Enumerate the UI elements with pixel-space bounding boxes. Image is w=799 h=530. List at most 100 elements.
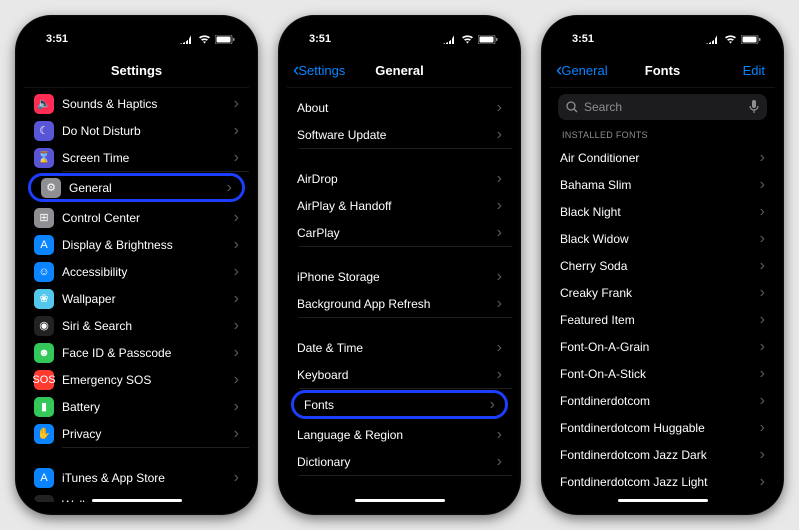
row-label: Background App Refresh	[297, 297, 497, 311]
row-black-widow[interactable]: Black Widow ›	[550, 225, 775, 252]
settings-row-wallpaper[interactable]: ❀ Wallpaper ›	[24, 285, 249, 312]
chevron-right-icon: ›	[490, 396, 495, 414]
row-featured-item[interactable]: Featured Item ›	[550, 306, 775, 333]
fonts-list[interactable]: Search INSTALLED FONTS Air Conditioner ›…	[550, 88, 775, 502]
row-label: CarPlay	[297, 226, 497, 240]
row-fontdinerdotcom-jazz-light[interactable]: Fontdinerdotcom Jazz Light ›	[550, 468, 775, 495]
row-label: iTunes & App Store	[62, 471, 234, 485]
settings-row-itunes-app-store[interactable]: A iTunes & App Store ›	[24, 464, 249, 491]
chevron-right-icon: ›	[760, 338, 765, 356]
home-indicator[interactable]	[92, 499, 182, 502]
iphone-frame: 3:51 ‹Settings General About › Software …	[278, 15, 521, 515]
search-input[interactable]: Search	[558, 94, 767, 120]
row-label: Fontdinerdotcom Jazz Dark	[560, 448, 760, 462]
search-placeholder: Search	[584, 100, 622, 114]
chevron-right-icon: ›	[760, 230, 765, 248]
battery-icon	[215, 35, 235, 44]
row-label: Date & Time	[297, 341, 497, 355]
row-black-night[interactable]: Black Night ›	[550, 198, 775, 225]
row-label: General	[69, 181, 227, 195]
settings-row-sounds-haptics[interactable]: 🔈 Sounds & Haptics ›	[24, 90, 249, 117]
row-bahama-slim[interactable]: Bahama Slim ›	[550, 171, 775, 198]
wifi-icon	[724, 35, 737, 44]
row-label: Privacy	[62, 427, 234, 441]
row-air-conditioner[interactable]: Air Conditioner ›	[550, 144, 775, 171]
settings-row-screen-time[interactable]: ⌛ Screen Time ›	[24, 144, 249, 171]
row-dictionary[interactable]: Dictionary ›	[287, 448, 512, 475]
status-time: 3:51	[309, 33, 331, 45]
section-header-installed: INSTALLED FONTS	[550, 126, 775, 144]
row-label: Do Not Disturb	[62, 124, 234, 138]
chevron-right-icon: ›	[497, 126, 502, 144]
edit-button[interactable]: Edit	[743, 63, 765, 78]
row-language-region[interactable]: Language & Region ›	[287, 421, 512, 448]
nav-title: Settings	[111, 63, 162, 78]
wifi-icon	[461, 35, 474, 44]
row-about[interactable]: About ›	[287, 94, 512, 121]
general-list[interactable]: About › Software Update › AirDrop › AirP…	[287, 88, 512, 502]
chevron-right-icon: ›	[760, 419, 765, 437]
chevron-right-icon: ›	[234, 122, 239, 140]
battery-icon	[478, 35, 498, 44]
status-time: 3:51	[46, 33, 68, 45]
row-fontdinerdotcom[interactable]: Fontdinerdotcom ›	[550, 387, 775, 414]
chevron-right-icon: ›	[234, 496, 239, 503]
mic-icon[interactable]	[749, 100, 759, 114]
chevron-right-icon: ›	[760, 446, 765, 464]
row-software-update[interactable]: Software Update ›	[287, 121, 512, 148]
settings-row-privacy[interactable]: ✋ Privacy ›	[24, 420, 249, 447]
row-label: About	[297, 101, 497, 115]
chevron-right-icon: ›	[234, 469, 239, 487]
do-not-disturb-icon: ☾	[34, 121, 54, 141]
screen-time-icon: ⌛	[34, 148, 54, 168]
row-label: Fontdinerdotcom Jazz Light	[560, 475, 760, 489]
settings-row-battery[interactable]: ▮ Battery ›	[24, 393, 249, 420]
chevron-right-icon: ›	[760, 500, 765, 503]
row-label: Language & Region	[297, 428, 497, 442]
chevron-right-icon: ›	[234, 290, 239, 308]
row-carplay[interactable]: CarPlay ›	[287, 219, 512, 246]
search-icon	[566, 101, 578, 113]
home-indicator[interactable]	[618, 499, 708, 502]
chevron-right-icon: ›	[760, 284, 765, 302]
row-background-app-refresh[interactable]: Background App Refresh ›	[287, 290, 512, 317]
row-label: Screen Time	[62, 151, 234, 165]
back-button[interactable]: ‹General	[556, 61, 608, 80]
row-label: Sounds & Haptics	[62, 97, 234, 111]
row-font-on-a-stick[interactable]: Font-On-A-Stick ›	[550, 360, 775, 387]
settings-list[interactable]: 🔈 Sounds & Haptics › ☾ Do Not Disturb › …	[24, 88, 249, 502]
nav-bar: ‹Settings General	[287, 54, 512, 88]
row-label: Software Update	[297, 128, 497, 142]
row-cherry-soda[interactable]: Cherry Soda ›	[550, 252, 775, 279]
row-font-on-a-grain[interactable]: Font-On-A-Grain ›	[550, 333, 775, 360]
chevron-right-icon: ›	[234, 344, 239, 362]
chevron-right-icon: ›	[760, 203, 765, 221]
row-fontdinerdotcom-jazz-dark[interactable]: Fontdinerdotcom Jazz Dark ›	[550, 441, 775, 468]
home-indicator[interactable]	[355, 499, 445, 502]
row-airplay-handoff[interactable]: AirPlay & Handoff ›	[287, 192, 512, 219]
settings-row-siri-search[interactable]: ◉ Siri & Search ›	[24, 312, 249, 339]
row-keyboard[interactable]: Keyboard ›	[287, 361, 512, 388]
settings-row-face-id-passcode[interactable]: ☻ Face ID & Passcode ›	[24, 339, 249, 366]
settings-row-control-center[interactable]: ⊞ Control Center ›	[24, 204, 249, 231]
settings-row-display-brightness[interactable]: A Display & Brightness ›	[24, 231, 249, 258]
row-iphone-storage[interactable]: iPhone Storage ›	[287, 263, 512, 290]
row-fontdinerdotcom-huggable[interactable]: Fontdinerdotcom Huggable ›	[550, 414, 775, 441]
chevron-right-icon: ›	[227, 179, 232, 197]
row-date-time[interactable]: Date & Time ›	[287, 334, 512, 361]
settings-row-emergency-sos[interactable]: SOS Emergency SOS ›	[24, 366, 249, 393]
settings-row-general[interactable]: ⚙︎ General ›	[31, 176, 242, 199]
sounds-haptics-icon: 🔈	[34, 94, 54, 114]
battery-icon: ▮	[34, 397, 54, 417]
settings-row-accessibility[interactable]: ☺ Accessibility ›	[24, 258, 249, 285]
row-label: Fontdinerdotcom	[560, 394, 760, 408]
back-button[interactable]: ‹Settings	[293, 61, 345, 80]
row-airdrop[interactable]: AirDrop ›	[287, 165, 512, 192]
settings-row-do-not-disturb[interactable]: ☾ Do Not Disturb ›	[24, 117, 249, 144]
row-label: Black Widow	[560, 232, 760, 246]
row-creaky-frank[interactable]: Creaky Frank ›	[550, 279, 775, 306]
row-label: AirDrop	[297, 172, 497, 186]
battery-icon	[741, 35, 761, 44]
row-fonts[interactable]: Fonts ›	[294, 393, 505, 416]
iphone-frame: 3:51 ‹General Fonts Edit Search INSTALLE…	[541, 15, 784, 515]
